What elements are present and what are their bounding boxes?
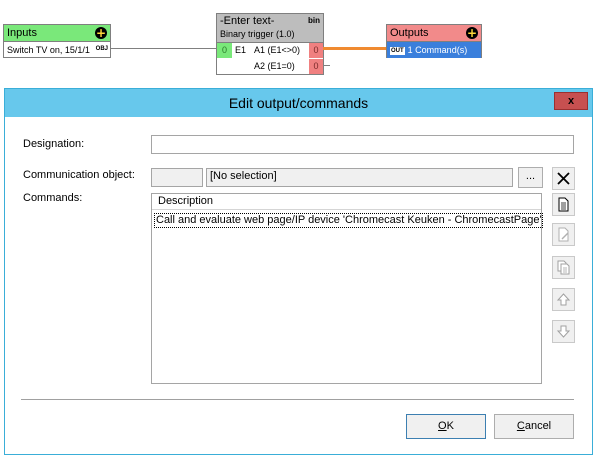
add-output-icon[interactable]: + [466,27,478,39]
input-row-label: Switch TV on, 15/1/1 [7,45,90,55]
communication-object-label: Communication object: [23,169,135,181]
edit-command-button[interactable] [552,223,575,246]
move-down-button[interactable] [552,320,575,343]
browse-label: ... [525,170,536,182]
out-badge: OUT [390,46,405,55]
ok-label: K [446,420,454,432]
trigger-output2-label: A2 (E1=0) [254,61,295,71]
wire-input-to-trigger [111,48,216,49]
outputs-title: Outputs [390,27,429,39]
inputs-block[interactable]: Inputs + Switch TV on, 15/1/1 OBJ [3,24,111,58]
trigger-subtitle: Binary trigger (1.0) [220,29,295,39]
clear-x-icon [557,172,570,185]
cancel-mnemonic: C [516,420,525,432]
edit-output-dialog: Edit output/commands x Designation: Comm… [4,88,593,455]
commands-list[interactable]: Description Call and evaluate web page/I… [151,193,543,384]
new-command-button[interactable] [552,193,575,216]
copy-command-button[interactable] [552,256,575,279]
browse-button[interactable]: ... [518,167,543,188]
outputs-block[interactable]: Outputs + OUT 1 Command(s) [386,24,482,58]
wire-output2-stub [323,65,330,66]
close-button[interactable]: x [554,92,588,110]
copy-document-icon [557,260,570,275]
dialog-separator [21,399,574,400]
inputs-header: Inputs + [4,25,110,42]
clear-button[interactable] [552,167,575,190]
edit-document-icon [558,227,569,242]
communication-object-value: [No selection] [210,170,277,182]
communication-object-field: [No selection] [206,168,513,187]
ok-button[interactable]: OK [406,414,486,439]
move-down-icon [556,325,571,338]
trigger-input-port[interactable]: 0 [217,43,232,58]
designation-input[interactable] [151,135,574,154]
cancel-button[interactable]: Cancel [494,414,574,439]
close-icon: x [567,95,575,107]
move-up-icon [556,293,571,306]
designation-label: Designation: [23,138,85,150]
obj-badge: OBJ [95,46,108,52]
trigger-input-label: E1 [235,45,247,55]
add-input-icon[interactable]: + [95,27,107,39]
trigger-output2-port[interactable]: 0 [309,59,323,74]
output-row[interactable]: OUT 1 Command(s) [387,42,481,58]
ok-mnemonic: O [438,420,447,432]
trigger-output1-port[interactable]: 0 [309,43,323,58]
input-row[interactable]: Switch TV on, 15/1/1 OBJ [4,42,110,58]
output-row-label: 1 Command(s) [407,45,468,55]
description-column-header[interactable]: Description [152,194,541,210]
trigger-output1-label: A1 (E1<>0) [254,45,301,55]
trigger-type-label: bin [308,16,320,25]
outputs-header: Outputs + [387,25,481,42]
dialog-title: Edit output/commands [228,95,369,111]
cancel-label: ancel [524,420,552,432]
trigger-body: 0 E1 A1 (E1<>0) 0 A2 (E1=0) 0 [217,43,323,74]
trigger-header: -Enter text- Binary trigger (1.0) bin [217,14,323,43]
communication-object-code-field [151,168,203,187]
inputs-title: Inputs [7,27,37,39]
commands-label: Commands: [23,192,83,204]
command-row[interactable]: Call and evaluate web page/IP device 'Ch… [154,213,543,228]
new-document-icon [558,197,569,212]
binary-trigger-block[interactable]: -Enter text- Binary trigger (1.0) bin 0 … [216,13,324,75]
wire-trigger-to-output [323,47,386,50]
move-up-button[interactable] [552,288,575,311]
